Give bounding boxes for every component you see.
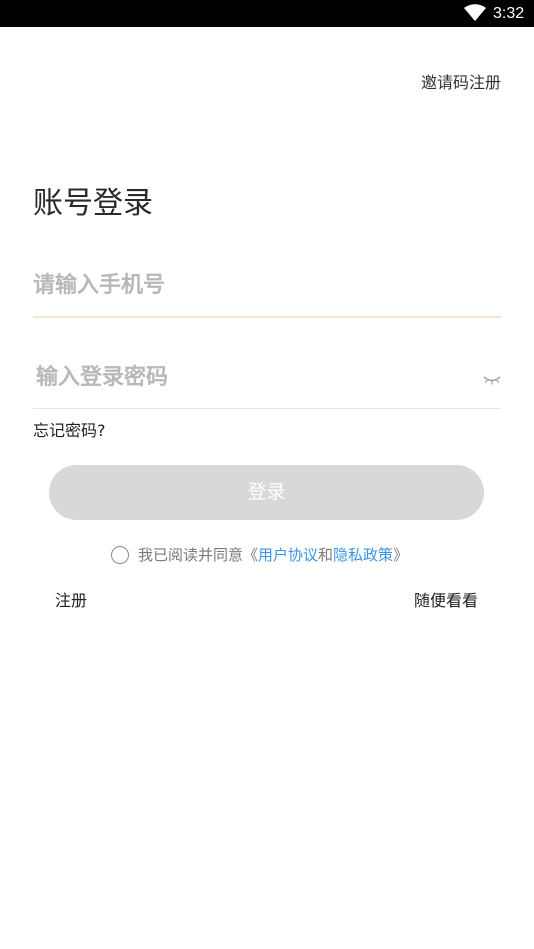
- register-link[interactable]: 注册: [55, 590, 87, 612]
- browse-link[interactable]: 随便看看: [414, 590, 478, 612]
- status-bar: 3:32: [0, 0, 534, 27]
- password-input[interactable]: [36, 350, 466, 404]
- agree-checkbox[interactable]: [111, 546, 129, 564]
- phone-input[interactable]: [33, 258, 473, 312]
- agreement-and: 和: [318, 546, 334, 564]
- invite-code-register-link[interactable]: 邀请码注册: [421, 72, 501, 94]
- agreement-suffix: 》: [393, 546, 409, 564]
- login-button[interactable]: 登录: [49, 465, 484, 520]
- phone-field: [33, 258, 501, 318]
- privacy-policy-link[interactable]: 隐私政策: [333, 544, 393, 566]
- user-agreement-link[interactable]: 用户协议: [258, 544, 318, 566]
- agreement-row: 我已阅读并同意《 用户协议和隐私政策》: [111, 544, 408, 566]
- status-time: 3:32: [493, 5, 525, 22]
- password-field: [33, 350, 501, 409]
- page-title: 账号登录: [33, 186, 153, 221]
- forgot-password-link[interactable]: 忘记密码?: [33, 420, 106, 442]
- agreement-prefix: 我已阅读并同意《: [138, 546, 259, 564]
- wifi-icon: [464, 4, 486, 21]
- eye-closed-icon[interactable]: [483, 372, 501, 386]
